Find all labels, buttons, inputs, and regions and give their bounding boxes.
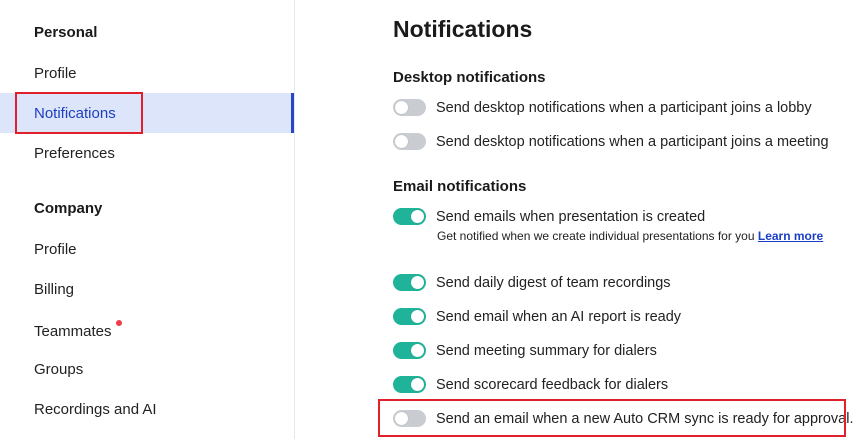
learn-more-link[interactable]: Learn more bbox=[758, 229, 823, 243]
toggle-knob bbox=[395, 135, 408, 148]
sidebar-item-groups[interactable]: Groups bbox=[0, 349, 294, 389]
sidebar-item-profile[interactable]: Profile bbox=[0, 53, 294, 93]
toggle-knob bbox=[411, 344, 424, 357]
email-notifications-title: Email notifications bbox=[393, 178, 527, 195]
toggle-knob bbox=[411, 310, 424, 323]
setting-label: Send daily digest of team recordings bbox=[436, 274, 671, 291]
setting-description: Get notified when we create individual p… bbox=[437, 229, 823, 243]
sidebar-item-company-profile[interactable]: Profile bbox=[0, 229, 294, 269]
highlight-notifications bbox=[15, 92, 143, 134]
setting-label: Send scorecard feedback for dialers bbox=[436, 376, 669, 393]
sidebar-item-teammates[interactable]: Teammates bbox=[0, 311, 294, 351]
sidebar-item-preferences[interactable]: Preferences bbox=[0, 133, 294, 173]
toggle-scorecard-feedback[interactable] bbox=[393, 376, 426, 393]
notification-dot-icon bbox=[115, 320, 122, 326]
toggle-desktop-meeting[interactable] bbox=[393, 133, 426, 150]
toggle-meeting-summary[interactable] bbox=[393, 342, 426, 359]
toggle-ai-report[interactable] bbox=[393, 308, 426, 325]
setting-email-presentation: Send emails when presentation is created bbox=[393, 208, 705, 225]
toggle-knob bbox=[411, 378, 424, 391]
toggle-email-presentation[interactable] bbox=[393, 208, 426, 225]
sidebar-item-recordings-and-ai[interactable]: Recordings and AI bbox=[0, 389, 294, 429]
toggle-daily-digest[interactable] bbox=[393, 274, 426, 291]
notifications-panel: Notifications Desktop notifications Send… bbox=[393, 0, 857, 439]
highlight-auto-crm-sync bbox=[378, 399, 846, 437]
setting-label: Send emails when presentation is created bbox=[436, 208, 706, 225]
setting-description-text: Get notified when we create individual p… bbox=[437, 229, 755, 243]
setting-ai-report: Send email when an AI report is ready bbox=[393, 308, 681, 325]
setting-label: Send meeting summary for dialers bbox=[436, 342, 657, 359]
page-title: Notifications bbox=[393, 16, 533, 42]
sidebar-item-teammates-label: Teammates bbox=[34, 322, 112, 340]
toggle-knob bbox=[411, 276, 424, 289]
toggle-knob bbox=[411, 210, 424, 223]
setting-desktop-meeting: Send desktop notifications when a partic… bbox=[393, 133, 829, 150]
sidebar-item-billing[interactable]: Billing bbox=[0, 269, 294, 309]
setting-label: Send desktop notifications when a partic… bbox=[436, 99, 812, 116]
setting-meeting-summary: Send meeting summary for dialers bbox=[393, 342, 657, 359]
setting-scorecard-feedback: Send scorecard feedback for dialers bbox=[393, 376, 668, 393]
desktop-notifications-title: Desktop notifications bbox=[393, 69, 546, 86]
toggle-knob bbox=[395, 101, 408, 114]
setting-label: Send desktop notifications when a partic… bbox=[436, 133, 829, 150]
settings-sidebar: Personal Profile Notifications Preferenc… bbox=[0, 0, 295, 439]
setting-daily-digest: Send daily digest of team recordings bbox=[393, 274, 671, 291]
section-title-personal: Personal bbox=[34, 24, 98, 41]
setting-label: Send email when an AI report is ready bbox=[436, 308, 682, 325]
toggle-desktop-lobby[interactable] bbox=[393, 99, 426, 116]
setting-desktop-lobby: Send desktop notifications when a partic… bbox=[393, 99, 812, 116]
section-title-company: Company bbox=[34, 200, 103, 217]
